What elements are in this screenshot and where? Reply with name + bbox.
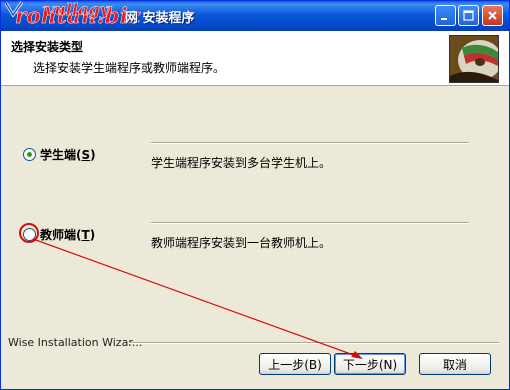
- watermark-logo: vullagy rohtan.biz: [5, 0, 141, 29]
- minimize-icon: [441, 18, 447, 20]
- close-icon: [488, 11, 497, 20]
- student-description: 学生端程序安装到多台学生机上。: [151, 156, 332, 170]
- disc-icon: [450, 36, 498, 82]
- page-subtitle: 选择安装学生端程序或教师端程序。: [33, 61, 226, 75]
- teacher-description: 教师端程序安装到一台教师机上。: [151, 236, 332, 250]
- close-button[interactable]: [482, 5, 503, 26]
- back-button[interactable]: 上一步(B): [259, 353, 331, 375]
- cancel-button[interactable]: 取消: [419, 353, 491, 375]
- student-option[interactable]: 学生端(S): [23, 146, 96, 163]
- footer-divider: [129, 342, 499, 344]
- teacher-divider: [151, 222, 469, 224]
- page-title: 选择安装类型: [11, 40, 84, 54]
- wizard-footer-label: Wise Installation Wizar...: [8, 336, 143, 349]
- title-bar[interactable]: vullagy rohtan.biz 网 安装程序: [1, 1, 509, 31]
- minimize-button[interactable]: [435, 5, 456, 26]
- wizard-header: 选择安装类型 选择安装学生端程序或教师端程序。: [1, 31, 509, 86]
- header-disc-image: [449, 35, 499, 83]
- watermark-script: vullagy: [45, 0, 109, 19]
- annotation-circle: [19, 223, 39, 243]
- student-radio[interactable]: [23, 148, 36, 161]
- logo-check-icon: [5, 1, 23, 17]
- student-divider: [151, 142, 469, 144]
- maximize-button[interactable]: [458, 5, 479, 26]
- teacher-option-label: 教师端(T): [40, 228, 96, 242]
- next-button[interactable]: 下一步(N): [334, 353, 406, 375]
- maximize-icon: [463, 10, 474, 21]
- installer-window: vullagy rohtan.biz 网 安装程序 选择安装类型 选择安装学生端…: [0, 0, 510, 390]
- student-option-label: 学生端(S): [40, 148, 96, 162]
- window-title: 网 安装程序: [125, 11, 195, 26]
